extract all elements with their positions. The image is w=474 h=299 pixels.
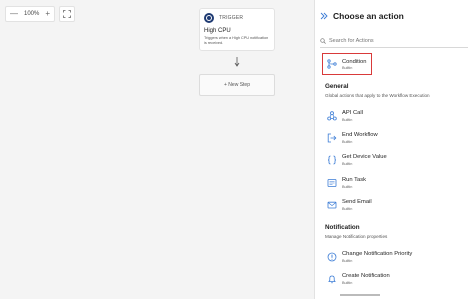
priority-icon [327,252,337,262]
end-workflow-icon [327,133,337,143]
action-sub: Builtin [342,206,353,211]
trigger-icon [204,13,214,23]
search-input[interactable] [329,37,459,44]
section-general-description: Global actions that apply to the Workflo… [325,93,430,98]
arrow-down-icon [234,57,240,67]
zoom-controls: — 100% + [5,6,75,22]
action-label: Create Notification [342,273,390,279]
collapse-panel-icon[interactable] [320,12,328,20]
condition-sub: Builtin [342,65,353,70]
action-sub: Builtin [342,184,353,189]
search-icon [320,37,326,44]
action-sub: Builtin [342,117,353,122]
trigger-title: High CPU [204,28,231,34]
section-notification-title: Notification [325,224,360,231]
action-get-device-value[interactable]: Get Device Value Builtin [315,154,387,166]
action-sub: Builtin [342,280,353,285]
panel-title: Choose an action [333,11,404,21]
trigger-card[interactable]: TRIGGER High CPU Triggers when a High CP… [199,8,275,51]
action-api-call[interactable]: API Call Builtin [315,110,363,122]
action-send-email[interactable]: Send Email Builtin [315,199,372,211]
expand-icon [63,10,71,18]
section-notification-description: Manage Notification properties [325,234,388,239]
action-end-workflow[interactable]: End Workflow Builtin [315,132,378,144]
fit-to-screen-button[interactable] [59,6,75,22]
action-change-notification-priority[interactable]: Change Notification Priority Builtin [315,251,412,263]
new-step-button[interactable]: + New Step [199,74,275,96]
action-label: API Call [342,110,363,116]
condition-label: Condition [342,58,367,65]
run-task-icon [327,179,337,187]
action-sub: Builtin [342,161,353,166]
action-run-task[interactable]: Run Task Builtin [315,177,366,189]
zoom-out-button[interactable]: — [10,10,18,18]
action-sub: Builtin [342,139,353,144]
zoom-in-button[interactable]: + [45,10,50,18]
action-label: Change Notification Priority [342,251,413,257]
action-condition[interactable]: Condition Builtin [322,53,372,75]
action-panel: Choose an action Condition Builtin Gener… [314,0,474,299]
branch-icon [327,59,337,69]
zoom-level: 100% [23,11,40,17]
workflow-canvas[interactable]: — 100% + TRIGGER High CPU Triggers when … [0,0,314,299]
action-label: Run Task [342,177,367,183]
zoom-box: — 100% + [5,6,55,22]
action-sub: Builtin [342,258,353,263]
action-create-notification[interactable]: Create Notification Builtin [315,273,390,285]
action-label: End Workflow [342,132,378,138]
trigger-description: Triggers when a High CPU notification is… [204,36,269,46]
trigger-tag: TRIGGER [219,15,244,21]
api-call-icon [327,111,337,121]
mail-icon [327,201,337,209]
action-label: Get Device Value [342,154,387,160]
action-label: Send Email [342,199,372,205]
search-bar [320,34,468,48]
braces-icon [327,155,337,165]
bell-icon [328,275,336,284]
section-general-title: General [325,83,349,90]
partially-visible-item [340,294,380,296]
